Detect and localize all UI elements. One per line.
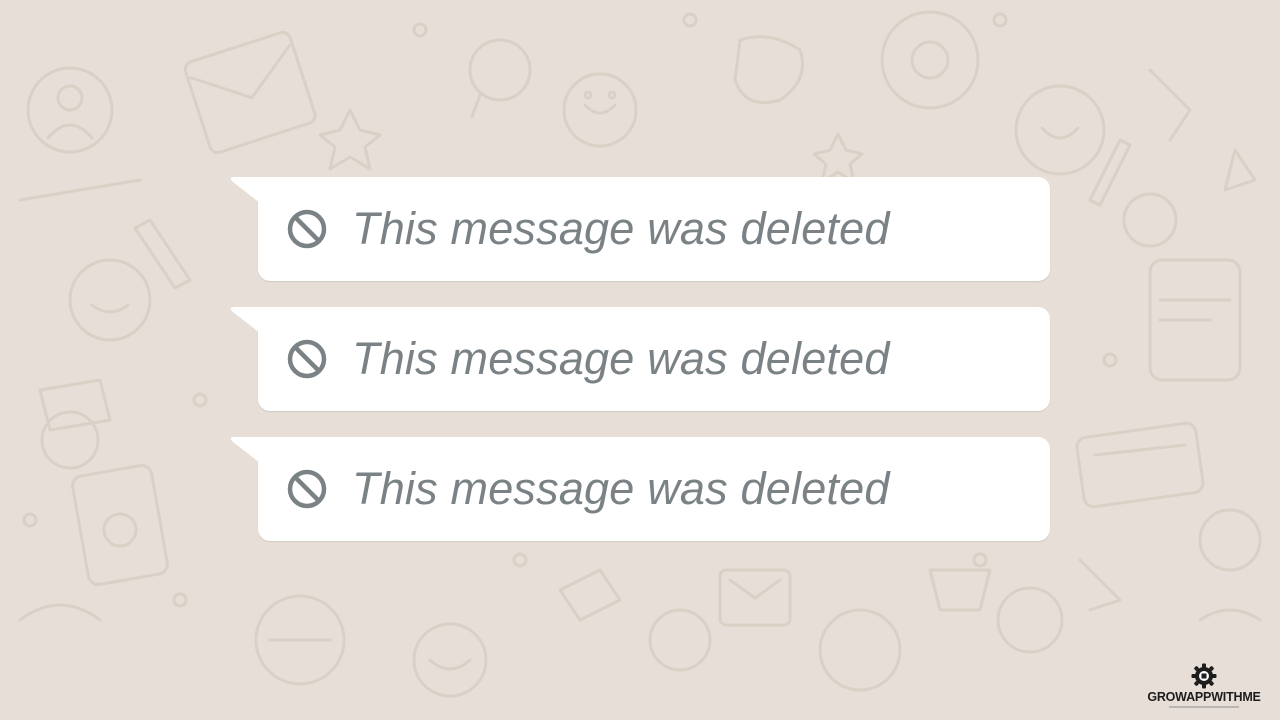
watermark: GROWAPPWITHME bbox=[1138, 663, 1270, 708]
bubble-tail bbox=[230, 177, 260, 203]
message-bubble[interactable]: This message was deleted bbox=[230, 307, 1050, 411]
deleted-message-icon bbox=[287, 209, 327, 249]
watermark-tagline bbox=[1169, 706, 1239, 708]
message-text: This message was deleted bbox=[352, 203, 890, 254]
message-bubble[interactable]: This message was deleted bbox=[230, 437, 1050, 541]
deleted-message-icon bbox=[287, 469, 327, 509]
gear-logo-icon bbox=[1191, 663, 1217, 689]
deleted-message-icon bbox=[287, 339, 327, 379]
watermark-name: GROWAPPWITHME bbox=[1147, 690, 1261, 704]
bubble-tail bbox=[230, 307, 260, 333]
message-text: This message was deleted bbox=[352, 463, 890, 514]
bubble-tail bbox=[230, 437, 260, 463]
message-text: This message was deleted bbox=[352, 333, 890, 384]
message-bubble[interactable]: This message was deleted bbox=[230, 177, 1050, 281]
message-list: This message was deleted This message wa… bbox=[230, 177, 1050, 567]
